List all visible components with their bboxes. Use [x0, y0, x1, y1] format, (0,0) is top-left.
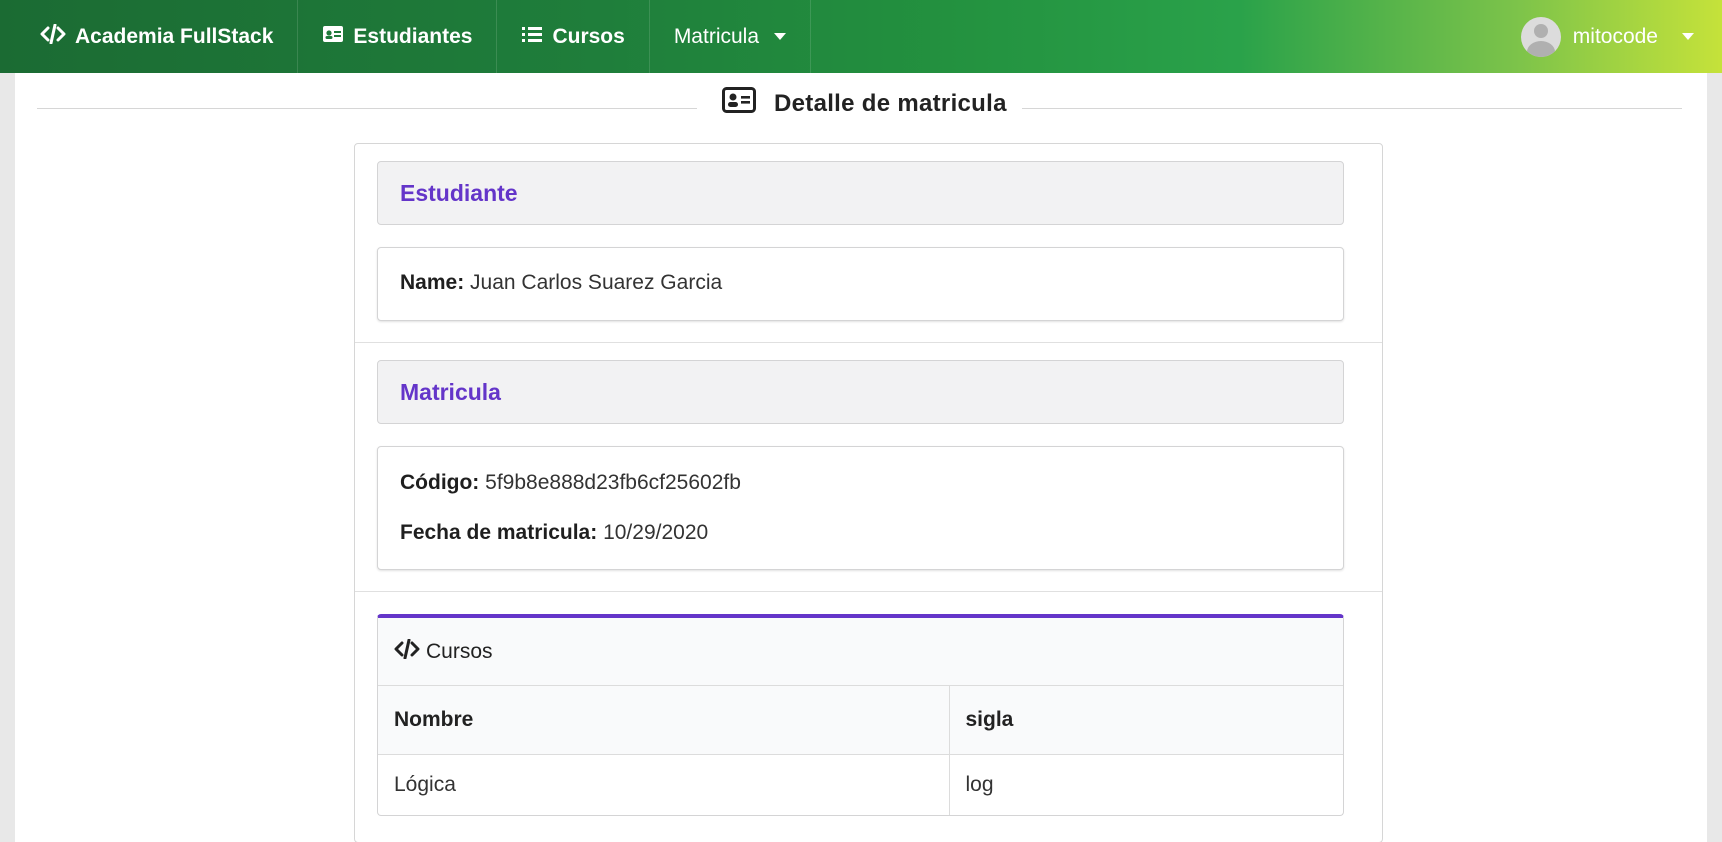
user-avatar-icon [1520, 16, 1561, 57]
fecha-line: Fecha de matricula: 10/29/2020 [400, 521, 708, 545]
section-divider [355, 342, 1382, 343]
nav-dropdown-matricula[interactable]: Matricula [650, 0, 812, 73]
column-header-nombre: Nombre [378, 686, 950, 755]
user-menu[interactable]: mitocode [1520, 0, 1722, 73]
id-card-icon [322, 25, 344, 49]
nav-label-matricula: Matricula [673, 24, 760, 48]
cursos-table: Nombre sigla Lógica log [378, 686, 1343, 815]
nav-label-estudiantes: Estudiantes [353, 24, 473, 48]
matricula-box: Código: 5f9b8e888d23fb6cf25602fb Fecha d… [377, 446, 1344, 570]
detail-panel: Estudiante Name: Juan Carlos Suarez Garc… [354, 143, 1383, 842]
name-label: Name: [400, 271, 465, 294]
code-icon [394, 638, 420, 665]
cell-nombre: Lógica [378, 754, 950, 815]
cursos-title-text: Cursos [426, 639, 493, 663]
page-title: Detalle de matricula [722, 87, 1007, 120]
estudiante-name-line: Name: Juan Carlos Suarez Garcia [400, 271, 722, 295]
codigo-value: 5f9b8e888d23fb6cf25602fb [485, 471, 741, 494]
brand-label: Academia FullStack [75, 24, 274, 48]
main-content: Detalle de matricula Estudiante Name: Ju… [15, 73, 1707, 842]
page-title-text: Detalle de matricula [774, 89, 1007, 117]
fecha-value: 10/29/2020 [603, 521, 709, 544]
table-header-row: Nombre sigla [378, 686, 1343, 755]
table-row: Lógica log [378, 754, 1343, 815]
estudiante-header: Estudiante [377, 161, 1344, 225]
brand-link[interactable]: Academia FullStack [0, 0, 299, 73]
codigo-line: Código: 5f9b8e888d23fb6cf25602fb [400, 471, 741, 495]
code-icon [40, 23, 66, 50]
cursos-card: Cursos Nombre sigla Lógica log [377, 614, 1344, 816]
fecha-label: Fecha de matricula: [400, 521, 598, 544]
address-card-icon [722, 87, 756, 120]
codigo-label: Código: [400, 471, 480, 494]
caret-down-icon [774, 33, 787, 40]
user-name: mitocode [1572, 24, 1658, 48]
divider-left [37, 108, 697, 109]
matricula-header: Matricula [377, 360, 1344, 424]
estudiante-box: Name: Juan Carlos Suarez Garcia [377, 247, 1344, 321]
nav-label-cursos: Cursos [552, 24, 625, 48]
cursos-title: Cursos [378, 618, 1343, 686]
section-divider [355, 591, 1382, 592]
nav-item-cursos[interactable]: Cursos [497, 0, 650, 73]
cell-sigla: log [965, 773, 994, 797]
column-header-sigla: sigla [949, 686, 1343, 755]
list-icon [521, 25, 543, 49]
nav-item-estudiantes[interactable]: Estudiantes [298, 0, 498, 73]
divider-right [1022, 108, 1682, 109]
top-navbar: Academia FullStack Estudiantes Cursos Ma… [0, 0, 1722, 73]
caret-down-icon [1682, 33, 1694, 40]
name-value: Juan Carlos Suarez Garcia [470, 271, 723, 294]
